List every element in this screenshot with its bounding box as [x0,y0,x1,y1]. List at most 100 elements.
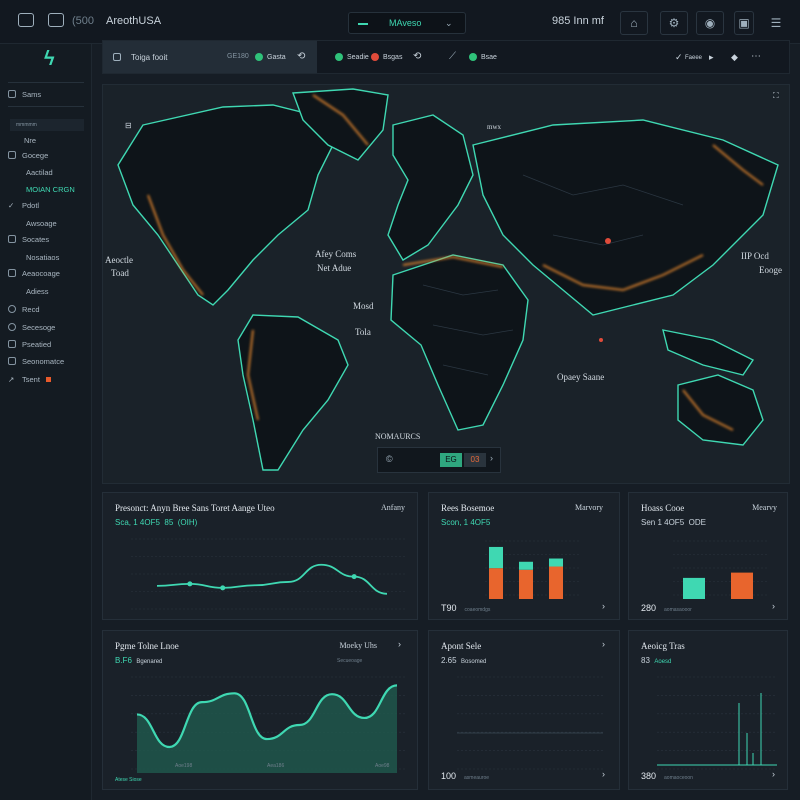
tab-main-status: Gasta [267,54,286,61]
status-dot-red [371,53,379,61]
map-ctrl-button-3[interactable]: 03 [464,453,486,467]
bar [519,569,533,599]
sidebar-section-header: mmmmm [10,119,84,131]
sidebar-item-10[interactable]: Adiess [26,284,106,298]
sidebar: ϟ Sams mmmmm Nre Gocege Aactilad MOIAN C… [0,44,92,800]
panel-footer: T90 coaeomdgs [441,603,491,613]
bar [731,572,753,599]
panel-subtitle: Sca, 1 4OF5 85 (OIH) [115,518,198,527]
app-frame: (500 AreothUSA MAveso ⌄ 985 Inn mf ⌂ ⚙ ◉… [0,0,800,800]
tab-2a[interactable]: Seadie [347,54,369,61]
sidebar-item-6[interactable]: Awsoage [26,216,106,230]
chart-icon [8,269,16,277]
panel-footer-c: Aea186 [267,763,285,769]
sidebar-item-15[interactable]: ↗ Tsent [8,372,88,386]
top-right-text: 985 Inn mf [552,15,604,27]
arrow-icon: ↗ [8,375,15,384]
bar [549,566,563,599]
chevron-right-icon[interactable]: › [772,601,775,611]
sidebar-item-13[interactable]: Pseatied [8,337,88,351]
data-point [351,574,357,580]
panel-subtitle: 2.65 Bosomed [441,656,487,665]
leaf-icon: ⟲ [413,51,422,62]
panel-sub-right: Secueoage [337,658,363,664]
panel-title: Apont Sele [441,641,482,651]
series-line [156,563,388,595]
world-map[interactable]: ⊟ ⛶ mwx Aeoctle Toad Afey Coms Net Adue … [102,84,790,484]
tab-right-label: Faeee [685,55,703,61]
grid-icon[interactable] [18,13,34,27]
menu-icon: ☰ [770,16,782,30]
settings-button[interactable]: ⚙ [660,11,688,35]
chevron-right-icon[interactable]: › [602,601,605,611]
map-legend-label: NOMAURCS [375,432,421,441]
sidebar-item-14[interactable]: Seonomatce [8,354,88,368]
divider [8,106,84,107]
sidebar-item-4[interactable]: MOIAN CRGN [26,182,106,196]
panel-subtitle: B.F6 Bgenared [115,656,163,665]
bar-cap [489,546,503,569]
panel-title: Hoass Cooe [641,503,685,513]
chevron-right-icon[interactable]: › [602,769,605,779]
panel-title: Rees Bosemoe [441,503,495,513]
data-point [187,581,193,587]
home-button[interactable]: ⌂ [620,11,648,35]
sidebar-item-11[interactable]: Recd [8,302,88,316]
fullscreen-icon[interactable]: ⛶ [773,91,779,101]
sidebar-item-5[interactable]: ✓ Pdotl [8,198,88,212]
home-icon: ⌂ [630,16,638,30]
chat-icon[interactable] [48,13,64,27]
panel-area-1: Pgme Tolne Lnoe Moeky Uhs › B.F6 Bgenare… [102,630,418,790]
sidebar-item-12[interactable]: Secesoge [8,320,88,334]
leaf-icon: ⟲ [297,51,306,62]
sidebar-item-2[interactable]: Gocege [8,148,88,162]
panel-title: Pgme Tolne Lnoe [115,641,179,651]
sidebar-item-3[interactable]: Aactilad [26,165,106,179]
chevron-right-icon[interactable]: › [772,769,775,779]
sidebar-item-9[interactable]: Aeaocoage [8,266,88,280]
center-selector[interactable]: MAveso ⌄ [348,12,466,34]
check-icon: ✓ [675,52,683,62]
chevron-down-icon: ⌄ [445,18,453,28]
panel-bar-2: Hoass Cooe Mearvy Sen 1 4OF5 ODE 280 aoma… [628,492,788,620]
layers-icon[interactable]: ⊟ [125,121,132,130]
map-marker[interactable] [599,338,603,342]
map-label-mid3: Mosd [353,301,374,311]
world-map-graphic [117,88,779,471]
tab-3[interactable]: Bsae [481,54,497,61]
map-ctrl-button-1[interactable]: © [386,454,393,464]
gear-icon: ⚙ [668,16,680,30]
bar-chart-2 [673,540,769,599]
app-title: AreothUSA [106,15,162,27]
map-marker[interactable] [605,238,611,244]
bar [489,568,503,599]
chevron-right-icon[interactable]: › [490,453,493,463]
dash-icon [358,23,368,25]
chevron-right-icon[interactable]: › [398,639,401,649]
sidebar-item-7[interactable]: Socates [8,232,88,246]
panel-right-label: Anfany [381,503,405,512]
logo-bolt-icon: ϟ [44,48,55,70]
window-button[interactable]: ▣ [734,11,754,35]
map-ctrl-button-2[interactable]: EG [440,453,462,467]
panel-line-3: Aeoicg Tras 83 Aoesd 380 aomaoceoon › [628,630,788,790]
map-controls: © EG 03 › [377,447,501,473]
play-icon[interactable]: ▸ [709,52,714,63]
panel-footer-d: Aoe98 [375,763,390,769]
panel-subtitle: Sen 1 4OF5 ODE [641,518,706,527]
more-icon[interactable]: ⋯ [751,51,761,62]
menu-button[interactable]: ☰ [766,11,786,35]
wifi-icon[interactable]: ◆ [731,52,738,63]
sidebar-item-8[interactable]: Nosatiaos [26,250,106,264]
pen-icon [8,340,16,348]
tab-main[interactable]: Toiga fooit GE180 Gasta ⟲ [103,41,317,73]
tab-2b[interactable]: Bsgas [383,54,402,61]
data-point [220,585,226,591]
status-dot-green [255,53,263,61]
sidebar-item-1[interactable]: Nre [24,133,104,147]
map-label-north: mwx [487,123,501,131]
eye-button[interactable]: ◉ [696,11,724,35]
map-label-mid1: Afey Coms [315,249,357,259]
sidebar-item-0[interactable]: Sams [8,87,88,101]
chevron-right-icon[interactable]: › [602,639,605,649]
